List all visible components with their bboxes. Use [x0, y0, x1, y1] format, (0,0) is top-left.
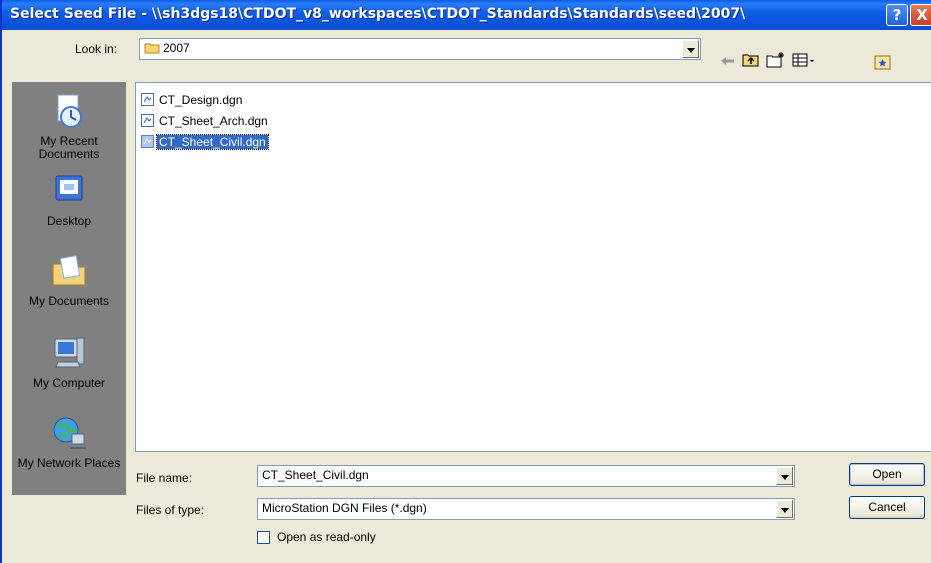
dgn-file-icon: [141, 114, 154, 128]
my-documents-icon: [52, 255, 86, 286]
my-computer-icon: [54, 337, 85, 368]
file-item[interactable]: CT_Sheet_Arch.dgn: [141, 113, 270, 129]
place-desktop-label: Desktop: [46, 214, 92, 228]
place-recent-label: My Recent Documents: [38, 134, 100, 161]
cancel-button[interactable]: Cancel: [849, 496, 925, 519]
file-list[interactable]: CT_Design.dgn CT_Sheet_Arch.dgn CT_Sheet…: [135, 82, 931, 452]
folder-icon: [144, 43, 160, 54]
lookin-dropdown[interactable]: 2007: [139, 38, 701, 60]
place-network-label: My Network Places: [17, 456, 121, 470]
filename-dropdown-arrow[interactable]: [776, 467, 793, 485]
file-item[interactable]: CT_Design.dgn: [141, 92, 244, 108]
filetype-value: MicroStation DGN Files (*.dgn): [262, 501, 427, 515]
filetype-select[interactable]: MicroStation DGN Files (*.dgn): [257, 498, 795, 520]
place-desktop[interactable]: Desktop: [12, 172, 126, 228]
place-recent-documents[interactable]: My Recent Documents: [12, 92, 126, 161]
readonly-checkbox[interactable]: [257, 531, 270, 544]
new-folder-icon[interactable]: [766, 51, 786, 68]
favorites-folder-icon[interactable]: [874, 54, 892, 70]
dgn-file-icon: [141, 93, 154, 107]
filetype-label: Files of type:: [136, 503, 205, 517]
lookin-dropdown-arrow[interactable]: [682, 40, 699, 58]
lookin-value: 2007: [163, 41, 190, 55]
place-my-computer[interactable]: My Computer: [12, 334, 126, 390]
window-title: Select Seed File - \\sh3dgs18\CTDOT_v8_w…: [10, 6, 746, 22]
place-my-computer-label: My Computer: [32, 376, 106, 390]
filename-input[interactable]: CT_Sheet_Civil.dgn: [257, 465, 795, 487]
back-icon[interactable]: [720, 55, 736, 67]
title-bar[interactable]: Select Seed File - \\sh3dgs18\CTDOT_v8_w…: [2, 0, 931, 30]
up-folder-icon[interactable]: [742, 52, 760, 68]
dgn-file-icon: [141, 135, 154, 149]
desktop-icon: [55, 175, 83, 201]
file-name: CT_Design.dgn: [159, 93, 243, 107]
filetype-dropdown-arrow[interactable]: [776, 500, 793, 518]
network-places-icon: [53, 417, 86, 449]
file-item-selected[interactable]: CT_Sheet_Civil.dgn: [141, 134, 269, 150]
place-network[interactable]: My Network Places: [12, 414, 126, 470]
close-button[interactable]: X: [910, 4, 931, 26]
lookin-label: Look in:: [75, 42, 118, 56]
lookin-value-wrap: 2007: [144, 41, 190, 55]
view-menu-icon[interactable]: [792, 52, 816, 68]
filename-value: CT_Sheet_Civil.dgn: [262, 468, 369, 482]
filename-label: File name:: [136, 471, 193, 485]
dialog-window: Select Seed File - \\sh3dgs18\CTDOT_v8_w…: [0, 0, 931, 563]
places-bar: My Recent Documents Desktop My Documents: [12, 82, 126, 495]
recent-documents-icon: [57, 94, 82, 128]
open-button[interactable]: Open: [849, 463, 925, 486]
help-button[interactable]: ?: [886, 4, 908, 26]
place-my-documents-label: My Documents: [28, 294, 110, 308]
file-name: CT_Sheet_Arch.dgn: [159, 114, 268, 128]
file-name: CT_Sheet_Civil.dgn: [156, 134, 269, 150]
readonly-label: Open as read-only: [277, 530, 376, 544]
place-my-documents[interactable]: My Documents: [12, 252, 126, 308]
